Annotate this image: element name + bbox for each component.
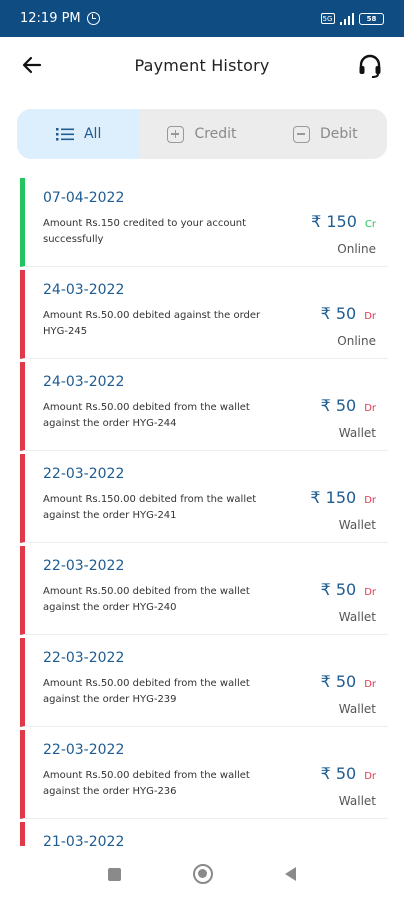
transaction-card[interactable]: 22-03-2022 Amount Rs.50.00 debited from … bbox=[20, 546, 388, 635]
transaction-card[interactable]: 07-04-2022 Amount Rs.150 credited to you… bbox=[20, 178, 388, 267]
tab-credit[interactable]: Credit bbox=[140, 109, 263, 159]
transaction-date: 22-03-2022 bbox=[43, 558, 125, 574]
transaction-card[interactable]: 21-03-2022 bbox=[20, 822, 388, 846]
transaction-card[interactable]: 24-03-2022 Amount Rs.50.00 debited again… bbox=[20, 270, 388, 359]
back-triangle-icon[interactable] bbox=[285, 867, 296, 881]
transaction-date: 21-03-2022 bbox=[43, 834, 125, 846]
transaction-amount: ₹ 50 bbox=[320, 304, 357, 323]
tab-debit-label: Debit bbox=[319, 126, 358, 142]
transaction-type-badge: Cr bbox=[364, 219, 376, 230]
plus-square-icon bbox=[167, 125, 185, 143]
transaction-date: 07-04-2022 bbox=[43, 190, 125, 206]
payment-mode: Online bbox=[337, 242, 376, 256]
transaction-date: 22-03-2022 bbox=[43, 742, 125, 758]
tab-all-label: All bbox=[83, 126, 102, 142]
transaction-card[interactable]: 22-03-2022 Amount Rs.50.00 debited from … bbox=[20, 638, 388, 727]
transaction-type-badge: Dr bbox=[364, 679, 376, 690]
minus-square-icon bbox=[292, 125, 310, 143]
payment-mode: Wallet bbox=[338, 518, 376, 532]
transaction-date: 22-03-2022 bbox=[43, 650, 125, 666]
transaction-description: Amount Rs.50.00 debited from the wallet … bbox=[43, 770, 250, 797]
transaction-card[interactable]: 22-03-2022 Amount Rs.150.00 debited from… bbox=[20, 454, 388, 543]
status-bar: 12:19 PM 5G 58 bbox=[0, 0, 404, 37]
transaction-amount: ₹ 150 bbox=[310, 488, 357, 507]
signal-icon bbox=[339, 12, 354, 25]
tab-all[interactable]: All bbox=[17, 109, 141, 159]
transaction-amount: ₹ 50 bbox=[320, 672, 357, 691]
payment-mode: Online bbox=[337, 334, 376, 348]
payment-mode: Wallet bbox=[338, 426, 376, 440]
transaction-description: Amount Rs.150 credited to your account s… bbox=[43, 218, 247, 245]
transaction-description: Amount Rs.50.00 debited from the wallet … bbox=[43, 586, 250, 613]
transaction-description: Amount Rs.50.00 debited from the wallet … bbox=[43, 402, 250, 429]
transaction-date: 22-03-2022 bbox=[43, 466, 125, 482]
list-icon bbox=[55, 128, 74, 141]
transaction-type-badge: Dr bbox=[364, 311, 376, 322]
headset-icon[interactable] bbox=[356, 52, 384, 80]
payment-mode: Wallet bbox=[338, 610, 376, 624]
battery-icon: 58 bbox=[359, 12, 384, 25]
transaction-amount: ₹ 50 bbox=[320, 764, 357, 783]
transaction-description: Amount Rs.50.00 debited against the orde… bbox=[43, 310, 261, 337]
transaction-description: Amount Rs.150.00 debited from the wallet… bbox=[43, 494, 257, 521]
system-nav-bar bbox=[0, 848, 404, 900]
transaction-type-badge: Dr bbox=[364, 587, 376, 598]
transaction-date: 24-03-2022 bbox=[43, 374, 125, 390]
app-header: Payment History bbox=[0, 37, 404, 97]
payment-mode: Wallet bbox=[338, 794, 376, 808]
tab-debit[interactable]: Debit bbox=[264, 109, 387, 159]
transaction-amount: ₹ 50 bbox=[320, 580, 357, 599]
transaction-type-badge: Dr bbox=[364, 495, 376, 506]
transaction-card[interactable]: 24-03-2022 Amount Rs.50.00 debited from … bbox=[20, 362, 388, 451]
page-title: Payment History bbox=[134, 56, 270, 75]
tab-credit-label: Credit bbox=[194, 126, 237, 142]
home-icon[interactable] bbox=[193, 864, 213, 884]
transaction-type-badge: Dr bbox=[364, 771, 376, 782]
filter-tabs: All Credit Debit bbox=[17, 109, 387, 159]
transaction-amount: ₹ 50 bbox=[320, 396, 357, 415]
transaction-type-badge: Dr bbox=[364, 403, 376, 414]
recent-apps-icon[interactable] bbox=[108, 867, 121, 881]
transaction-description: Amount Rs.50.00 debited from the wallet … bbox=[43, 678, 250, 705]
transaction-card[interactable]: 22-03-2022 Amount Rs.50.00 debited from … bbox=[20, 730, 388, 819]
payment-mode: Wallet bbox=[338, 702, 376, 716]
network-type-icon: 5G bbox=[320, 13, 335, 24]
transaction-date: 24-03-2022 bbox=[43, 282, 125, 298]
transaction-list[interactable]: 07-04-2022 Amount Rs.150 credited to you… bbox=[20, 178, 388, 846]
transaction-amount: ₹ 150 bbox=[311, 212, 357, 231]
alarm-icon bbox=[86, 12, 100, 25]
status-time: 12:19 PM bbox=[20, 11, 81, 26]
